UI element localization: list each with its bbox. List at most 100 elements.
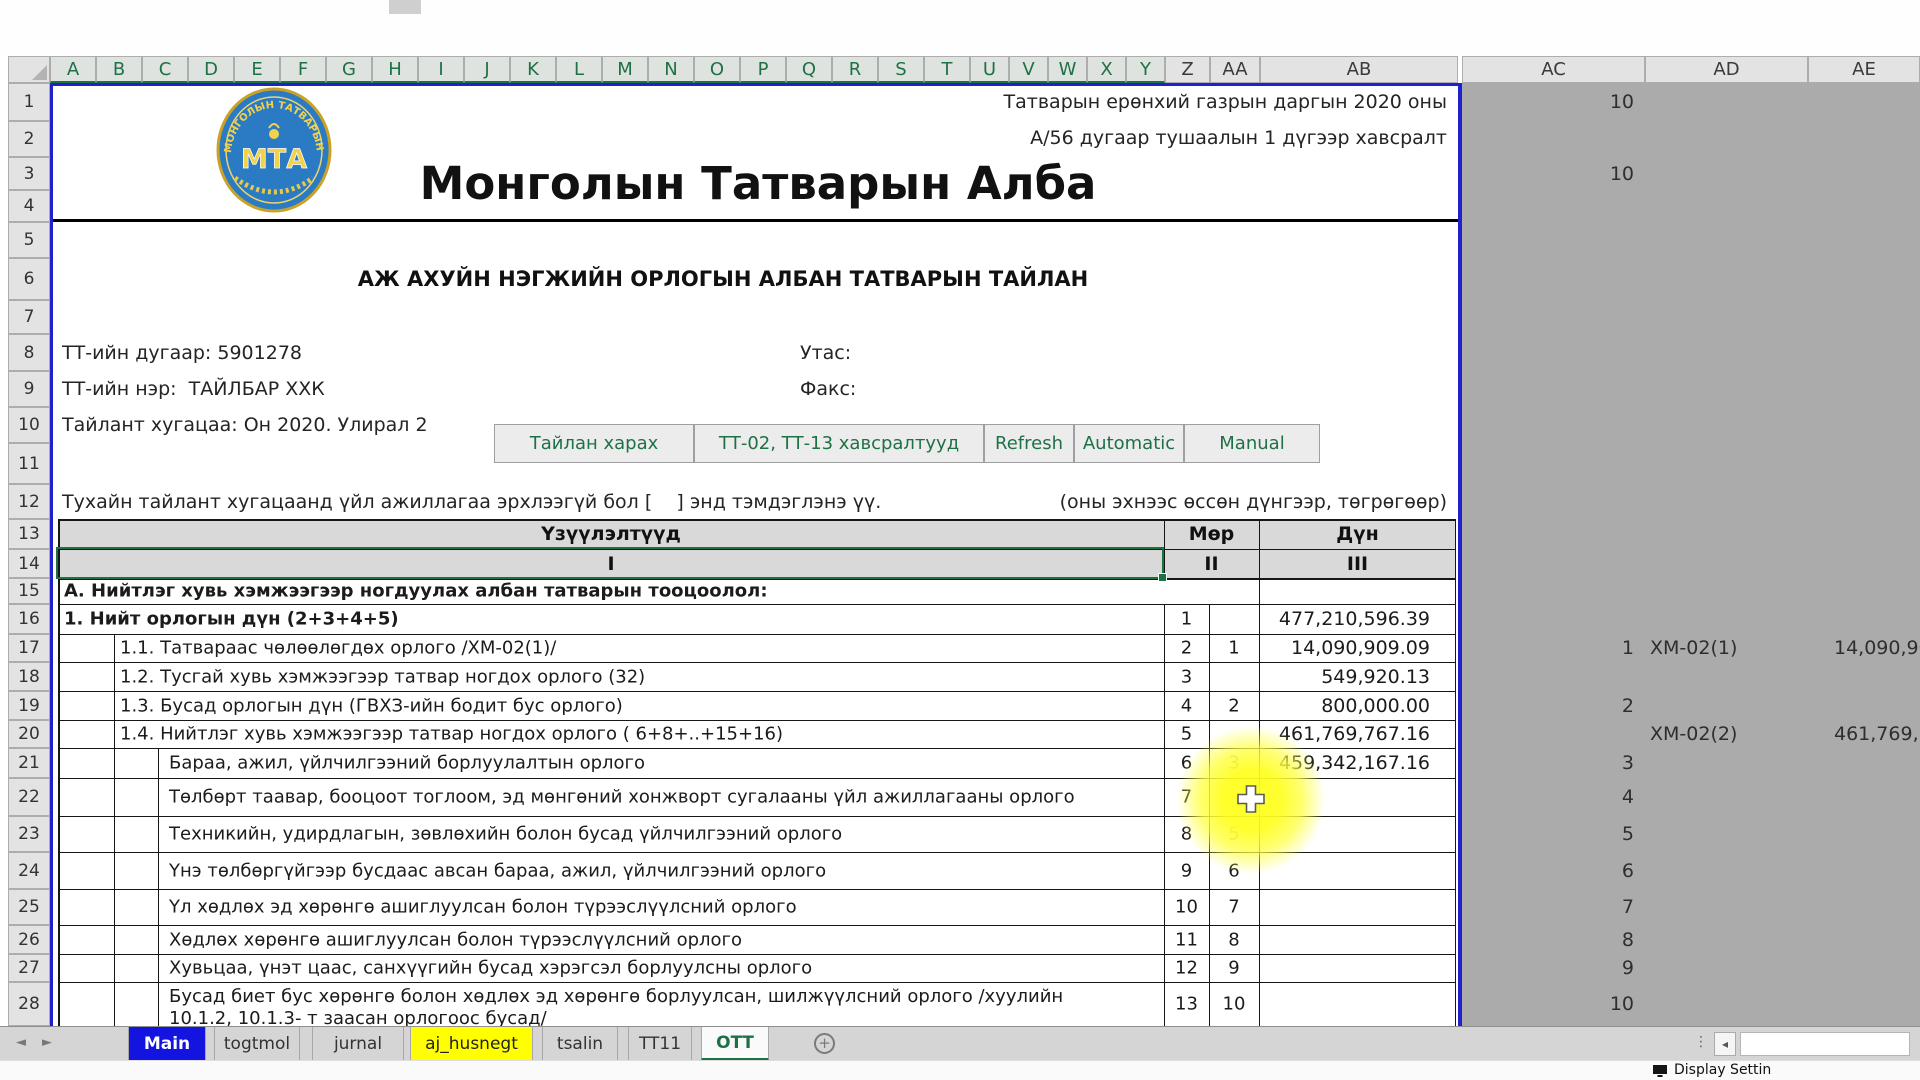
row-header-6[interactable]: 6 — [8, 258, 50, 300]
row-header-14[interactable]: 14 — [8, 549, 50, 578]
column-header-c[interactable]: C — [142, 56, 188, 83]
helper-number-cell[interactable]: 8 — [1209, 929, 1259, 950]
column-header-aa[interactable]: AA — [1210, 56, 1260, 83]
hscroll-left-button[interactable]: ◂ — [1714, 1032, 1736, 1056]
macro-button-1[interactable]: Тайлан харах — [494, 424, 694, 463]
tab-scroll-right-icon[interactable]: ► — [42, 1035, 52, 1050]
row-header-9[interactable]: 9 — [8, 371, 50, 407]
row-header-5[interactable]: 5 — [8, 222, 50, 258]
tab-main[interactable]: Main — [128, 1027, 206, 1061]
helper-number-cell[interactable]: 10 — [1209, 994, 1259, 1015]
column-header-o[interactable]: O — [694, 56, 740, 83]
column-header-w[interactable]: W — [1048, 56, 1087, 83]
table-row-17[interactable]: 1.1. Татвараас чөлөөлөгдөх орлого /ХМ-02… — [58, 634, 1456, 662]
column-header-f[interactable]: F — [280, 56, 326, 83]
column-header-n[interactable]: N — [648, 56, 694, 83]
row-header-23[interactable]: 23 — [8, 816, 50, 852]
table-row-21[interactable]: Бараа, ажил, үйлчилгээний борлуулалтын о… — [58, 748, 1456, 778]
new-sheet-button[interactable]: + — [814, 1033, 835, 1054]
column-header-p[interactable]: P — [740, 56, 786, 83]
column-header-t[interactable]: T — [924, 56, 970, 83]
table-row-18[interactable]: 1.2. Тусгай хувь хэмжээгээр татвар ногдо… — [58, 662, 1456, 691]
row-number-cell[interactable]: 1 — [1164, 609, 1209, 630]
column-header-ab[interactable]: AB — [1260, 56, 1458, 83]
table-roman-2[interactable]: II — [1164, 549, 1259, 578]
row-header-1[interactable]: 1 — [8, 83, 50, 121]
helper-number-cell[interactable]: 1 — [1209, 638, 1259, 659]
row-header-10[interactable]: 10 — [8, 407, 50, 443]
column-header-y[interactable]: Y — [1126, 56, 1165, 83]
amount-cell[interactable]: 800,000.00 — [1259, 695, 1430, 717]
column-header-v[interactable]: V — [1009, 56, 1048, 83]
selection-fill-handle[interactable] — [1158, 573, 1167, 582]
row-header-4[interactable]: 4 — [8, 190, 50, 222]
row-number-cell[interactable]: 2 — [1164, 638, 1209, 659]
helper-number-cell[interactable]: 7 — [1209, 897, 1259, 918]
table-row-25[interactable]: Үл хөдлөх эд хөрөнгө ашиглуулсан болон т… — [58, 889, 1456, 925]
select-all-corner[interactable] — [8, 56, 50, 83]
table-row-16[interactable]: 1. Нийт орлогын дүн (2+3+4+5)1477,210,59… — [58, 604, 1456, 634]
row-header-24[interactable]: 24 — [8, 852, 50, 889]
column-header-h[interactable]: H — [372, 56, 418, 83]
column-header-i[interactable]: I — [418, 56, 464, 83]
tab-scroll-left-icon[interactable]: ◄ — [16, 1035, 26, 1050]
tab-togtmol[interactable]: togtmol — [214, 1027, 300, 1061]
table-row-26[interactable]: Хөдлөх хөрөнгө ашиглуулсан болон түрээсл… — [58, 925, 1456, 954]
amount-cell[interactable]: 477,210,596.39 — [1259, 608, 1430, 630]
tab-tsalin[interactable]: tsalin — [542, 1027, 618, 1061]
row-header-20[interactable]: 20 — [8, 720, 50, 748]
macro-button-3[interactable]: Refresh — [984, 424, 1074, 463]
macro-button-2[interactable]: ТТ-02, ТТ-13 хавсралтууд — [694, 424, 984, 463]
row-number-cell[interactable]: 3 — [1164, 666, 1209, 687]
row-number-cell[interactable]: 6 — [1164, 753, 1209, 774]
display-settings-button[interactable]: Display Settin — [1674, 1062, 1771, 1078]
row-number-cell[interactable]: 7 — [1164, 787, 1209, 808]
row-header-17[interactable]: 17 — [8, 634, 50, 662]
column-header-j[interactable]: J — [464, 56, 510, 83]
row-header-7[interactable]: 7 — [8, 300, 50, 334]
row-number-cell[interactable]: 10 — [1164, 897, 1209, 918]
column-header-ad[interactable]: AD — [1645, 56, 1808, 83]
row-header-25[interactable]: 25 — [8, 889, 50, 925]
row-header-3[interactable]: 3 — [8, 157, 50, 190]
table-header-amount[interactable]: Дүн — [1259, 519, 1456, 549]
row-header-27[interactable]: 27 — [8, 954, 50, 982]
amount-cell[interactable]: 461,769,767.16 — [1259, 723, 1430, 745]
tab-aj-husnegt[interactable]: aj_husnegt — [410, 1027, 533, 1061]
column-header-k[interactable]: K — [510, 56, 556, 83]
column-header-e[interactable]: E — [234, 56, 280, 83]
table-row-24[interactable]: Үнэ төлбөргүйгээр бусдаас авсан бараа, а… — [58, 852, 1456, 889]
table-header-row[interactable]: Мөр — [1164, 519, 1259, 549]
macro-button-5[interactable]: Manual — [1184, 424, 1320, 463]
helper-number-cell[interactable]: 9 — [1209, 958, 1259, 979]
amount-cell[interactable]: 14,090,909.09 — [1259, 637, 1430, 659]
row-number-cell[interactable]: 8 — [1164, 824, 1209, 845]
column-header-z[interactable]: Z — [1165, 56, 1210, 83]
row-number-cell[interactable]: 11 — [1164, 929, 1209, 950]
helper-number-cell[interactable]: 3 — [1209, 753, 1259, 774]
row-header-18[interactable]: 18 — [8, 662, 50, 691]
tab-tt11[interactable]: TT11 — [628, 1027, 692, 1061]
row-header-8[interactable]: 8 — [8, 334, 50, 371]
row-number-cell[interactable]: 12 — [1164, 958, 1209, 979]
row-header-22[interactable]: 22 — [8, 778, 50, 816]
row-number-cell[interactable]: 9 — [1164, 860, 1209, 881]
row-number-cell[interactable]: 13 — [1164, 994, 1209, 1015]
column-header-a[interactable]: A — [50, 56, 96, 83]
row-header-19[interactable]: 19 — [8, 691, 50, 720]
column-header-g[interactable]: G — [326, 56, 372, 83]
row-number-cell[interactable]: 5 — [1164, 724, 1209, 745]
tab-resize-dots-icon[interactable]: ⋮ — [1694, 1034, 1706, 1050]
row-header-11[interactable]: 11 — [8, 443, 50, 484]
column-header-ac[interactable]: AC — [1462, 56, 1645, 83]
column-header-u[interactable]: U — [970, 56, 1009, 83]
row-header-16[interactable]: 16 — [8, 604, 50, 634]
column-header-b[interactable]: B — [96, 56, 142, 83]
table-header-indicators[interactable]: Үзүүлэлтүүд — [58, 519, 1164, 549]
helper-number-cell[interactable]: 6 — [1209, 860, 1259, 881]
helper-number-cell[interactable]: 5 — [1209, 824, 1259, 845]
column-header-r[interactable]: R — [832, 56, 878, 83]
amount-cell[interactable]: 459,342,167.16 — [1259, 752, 1430, 774]
column-header-m[interactable]: M — [602, 56, 648, 83]
table-row-27[interactable]: Хувьцаа, үнэт цаас, санхүүгийн бусад хэр… — [58, 954, 1456, 982]
